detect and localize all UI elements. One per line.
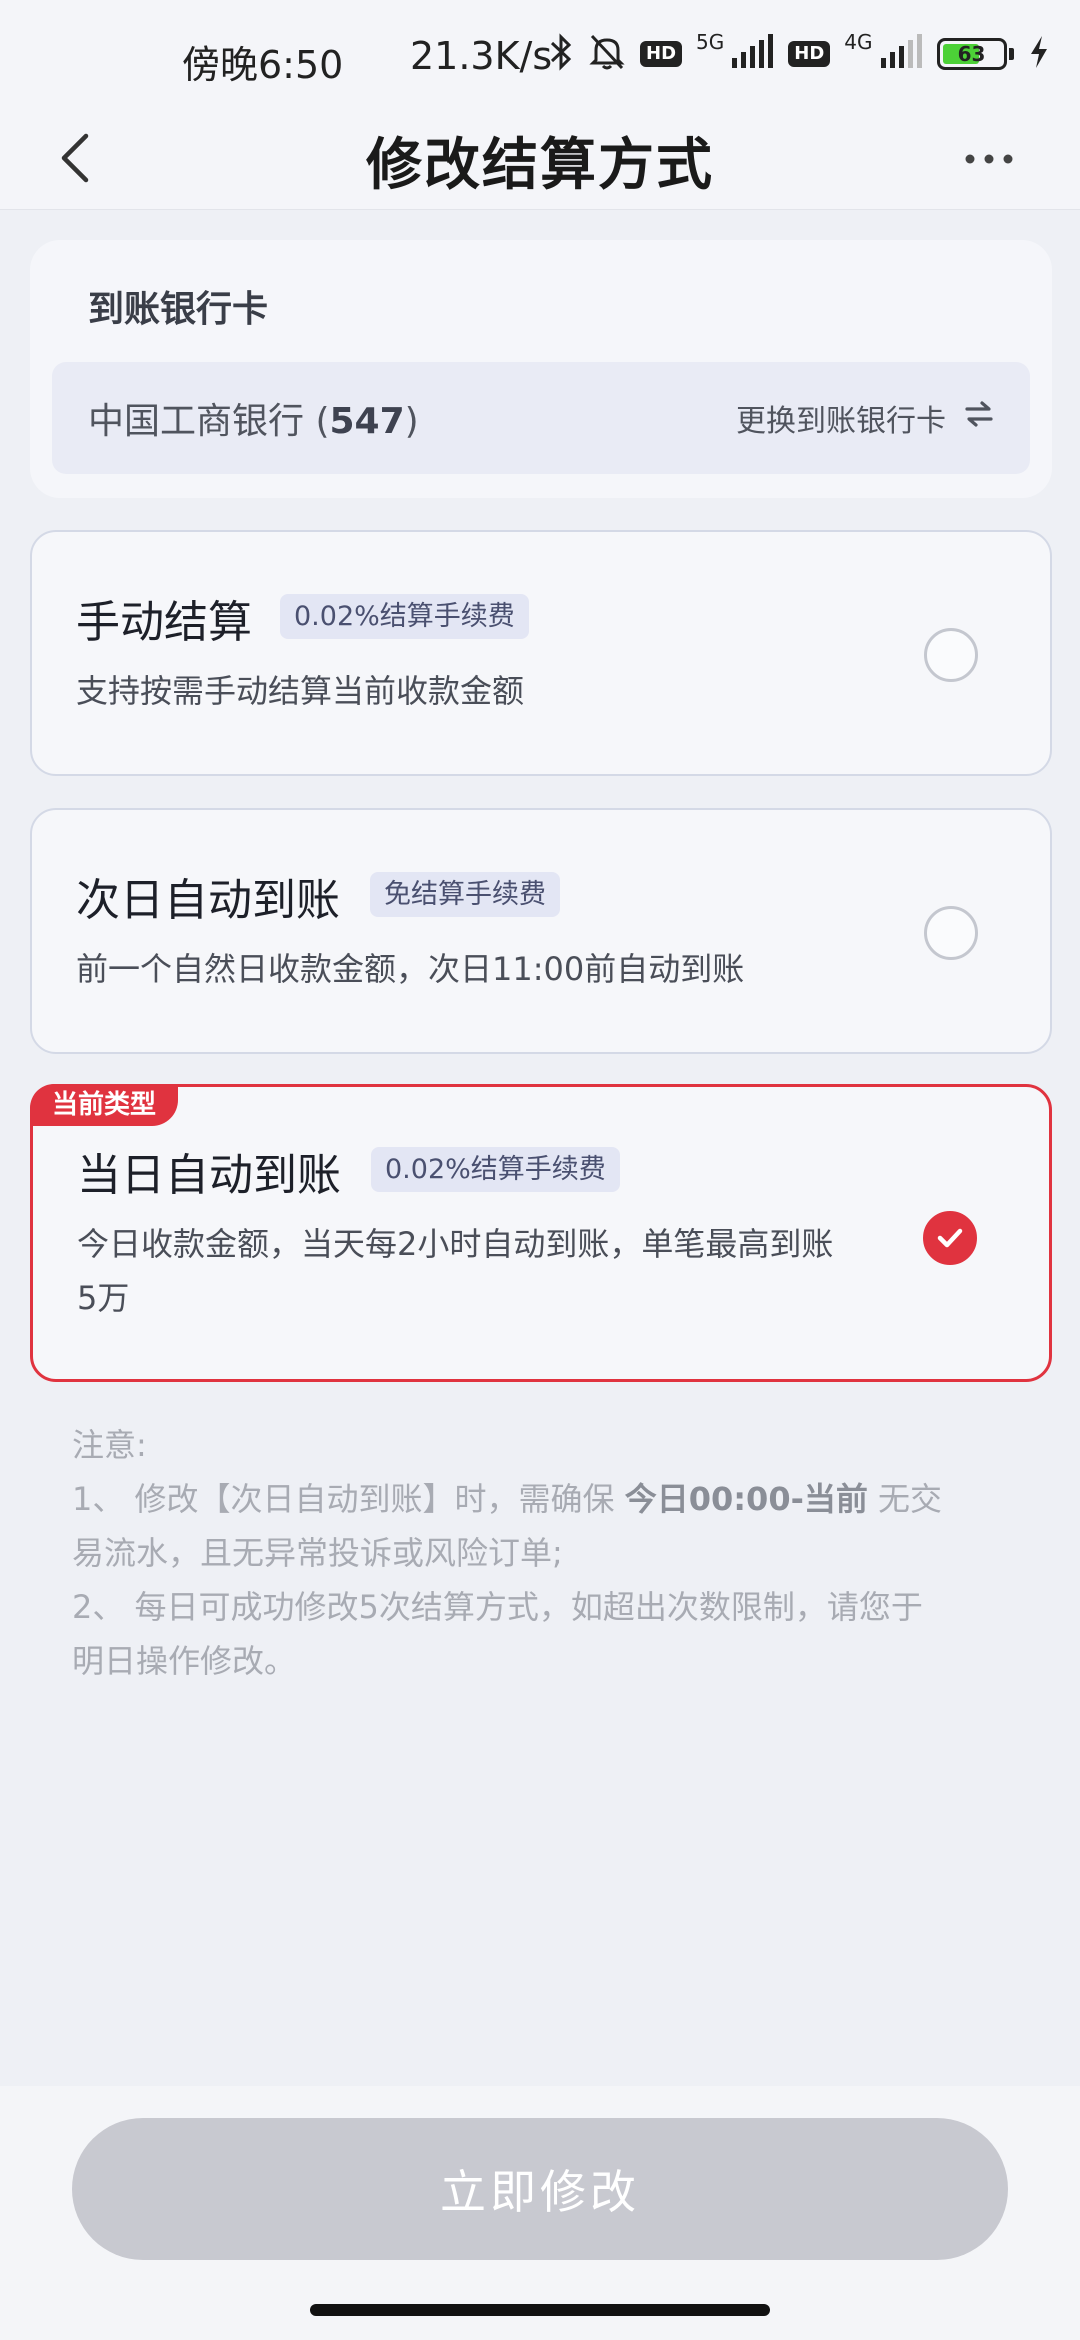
home-indicator[interactable] (310, 2304, 770, 2316)
note-item-2-cont: 明日操作修改。 (72, 1642, 297, 1680)
note-text: 无交 (867, 1480, 943, 1518)
status-bar: 傍晚6:50 21.3K/s HD 5G HD 4G 63 (0, 0, 1080, 120)
notes-section: 注意: 1、 修改【次日自动到账】时，需确保 今日00:00-当前 无交 易流水… (72, 1418, 1002, 1688)
fee-tag: 免结算手续费 (370, 872, 560, 917)
option-title: 手动结算 (76, 597, 252, 648)
option-title: 次日自动到账 (76, 875, 340, 926)
current-type-badge: 当前类型 (30, 1084, 179, 1126)
radio-button[interactable] (924, 906, 978, 960)
description-line: 5万 (77, 1279, 130, 1317)
hd-badge: HD (640, 41, 683, 67)
note-item-1: 1、 修改【次日自动到账】时，需确保 今日00:00-当前 无交 (72, 1472, 1002, 1526)
option-description: 支持按需手动结算当前收款金额 (76, 672, 525, 710)
bluetooth-icon (548, 32, 574, 76)
battery-cap (1008, 48, 1014, 60)
network-type-label: 5G (696, 30, 725, 54)
radio-button-checked[interactable] (923, 1211, 977, 1265)
submit-button[interactable]: 立即修改 (72, 2118, 1008, 2260)
signal-icon (879, 34, 923, 74)
option-title: 当日自动到账 (77, 1150, 341, 1201)
note-emphasis: 今日00:00-当前 (624, 1480, 868, 1518)
nav-bar: 修改结算方式 (0, 110, 1080, 210)
page-title: 修改结算方式 (366, 133, 714, 198)
change-bank-label: 更换到账银行卡 (736, 404, 946, 439)
battery-level: 63 (957, 42, 986, 66)
option-manual-settlement[interactable]: 手动结算 0.02%结算手续费 支持按需手动结算当前收款金额 (30, 530, 1052, 776)
card-suffix: 547 (329, 401, 405, 442)
status-time: 傍晚6:50 (182, 43, 344, 87)
fee-tag: 0.02%结算手续费 (371, 1147, 620, 1192)
status-icons: HD 5G HD 4G 63 (548, 32, 1050, 76)
swap-icon (964, 399, 994, 437)
more-button[interactable] (964, 134, 1024, 188)
more-dots-icon (964, 154, 1014, 188)
charging-icon (1028, 34, 1050, 74)
note-item-1-cont: 易流水，且无异常投诉或风险订单; (72, 1534, 563, 1572)
description-line: 今日收款金额，当天每2小时自动到账，单笔最高到账 (77, 1225, 834, 1263)
status-net-speed: 21.3K/s (410, 34, 553, 78)
radio-button[interactable] (924, 628, 978, 682)
hd-badge: HD (788, 41, 831, 67)
bank-name: 中国工商银行 (547) (88, 392, 419, 444)
network-type-label: 4G (844, 30, 873, 54)
note-text: 1、 修改【次日自动到账】时，需确保 (72, 1480, 625, 1518)
bell-off-icon (588, 32, 626, 76)
note-item-2: 2、 每日可成功修改5次结算方式，如超出次数限制，请您于 (72, 1588, 923, 1626)
bank-row: 中国工商银行 (547) 更换到账银行卡 (52, 362, 1030, 474)
change-bank-link[interactable]: 更换到账银行卡 (736, 396, 994, 440)
section-title: 到账银行卡 (88, 289, 269, 330)
bank-card-section: 到账银行卡 中国工商银行 (547) 更换到账银行卡 (30, 240, 1052, 498)
notes-heading: 注意: (72, 1426, 147, 1464)
option-description: 前一个自然日收款金额，次日11:00前自动到账 (76, 950, 745, 988)
bank-name-text: 中国工商银行 ( (88, 401, 330, 442)
bank-name-end: ) (404, 401, 419, 442)
signal-icon (730, 34, 774, 74)
battery-indicator: 63 (936, 38, 1007, 70)
fee-tag: 0.02%结算手续费 (280, 594, 529, 639)
option-next-day-auto[interactable]: 次日自动到账 免结算手续费 前一个自然日收款金额，次日11:00前自动到账 (30, 808, 1052, 1054)
option-description: 今日收款金额，当天每2小时自动到账，单笔最高到账 5万 (77, 1217, 833, 1325)
option-same-day-auto[interactable]: 当前类型 当日自动到账 0.02%结算手续费 今日收款金额，当天每2小时自动到账… (30, 1084, 1052, 1382)
